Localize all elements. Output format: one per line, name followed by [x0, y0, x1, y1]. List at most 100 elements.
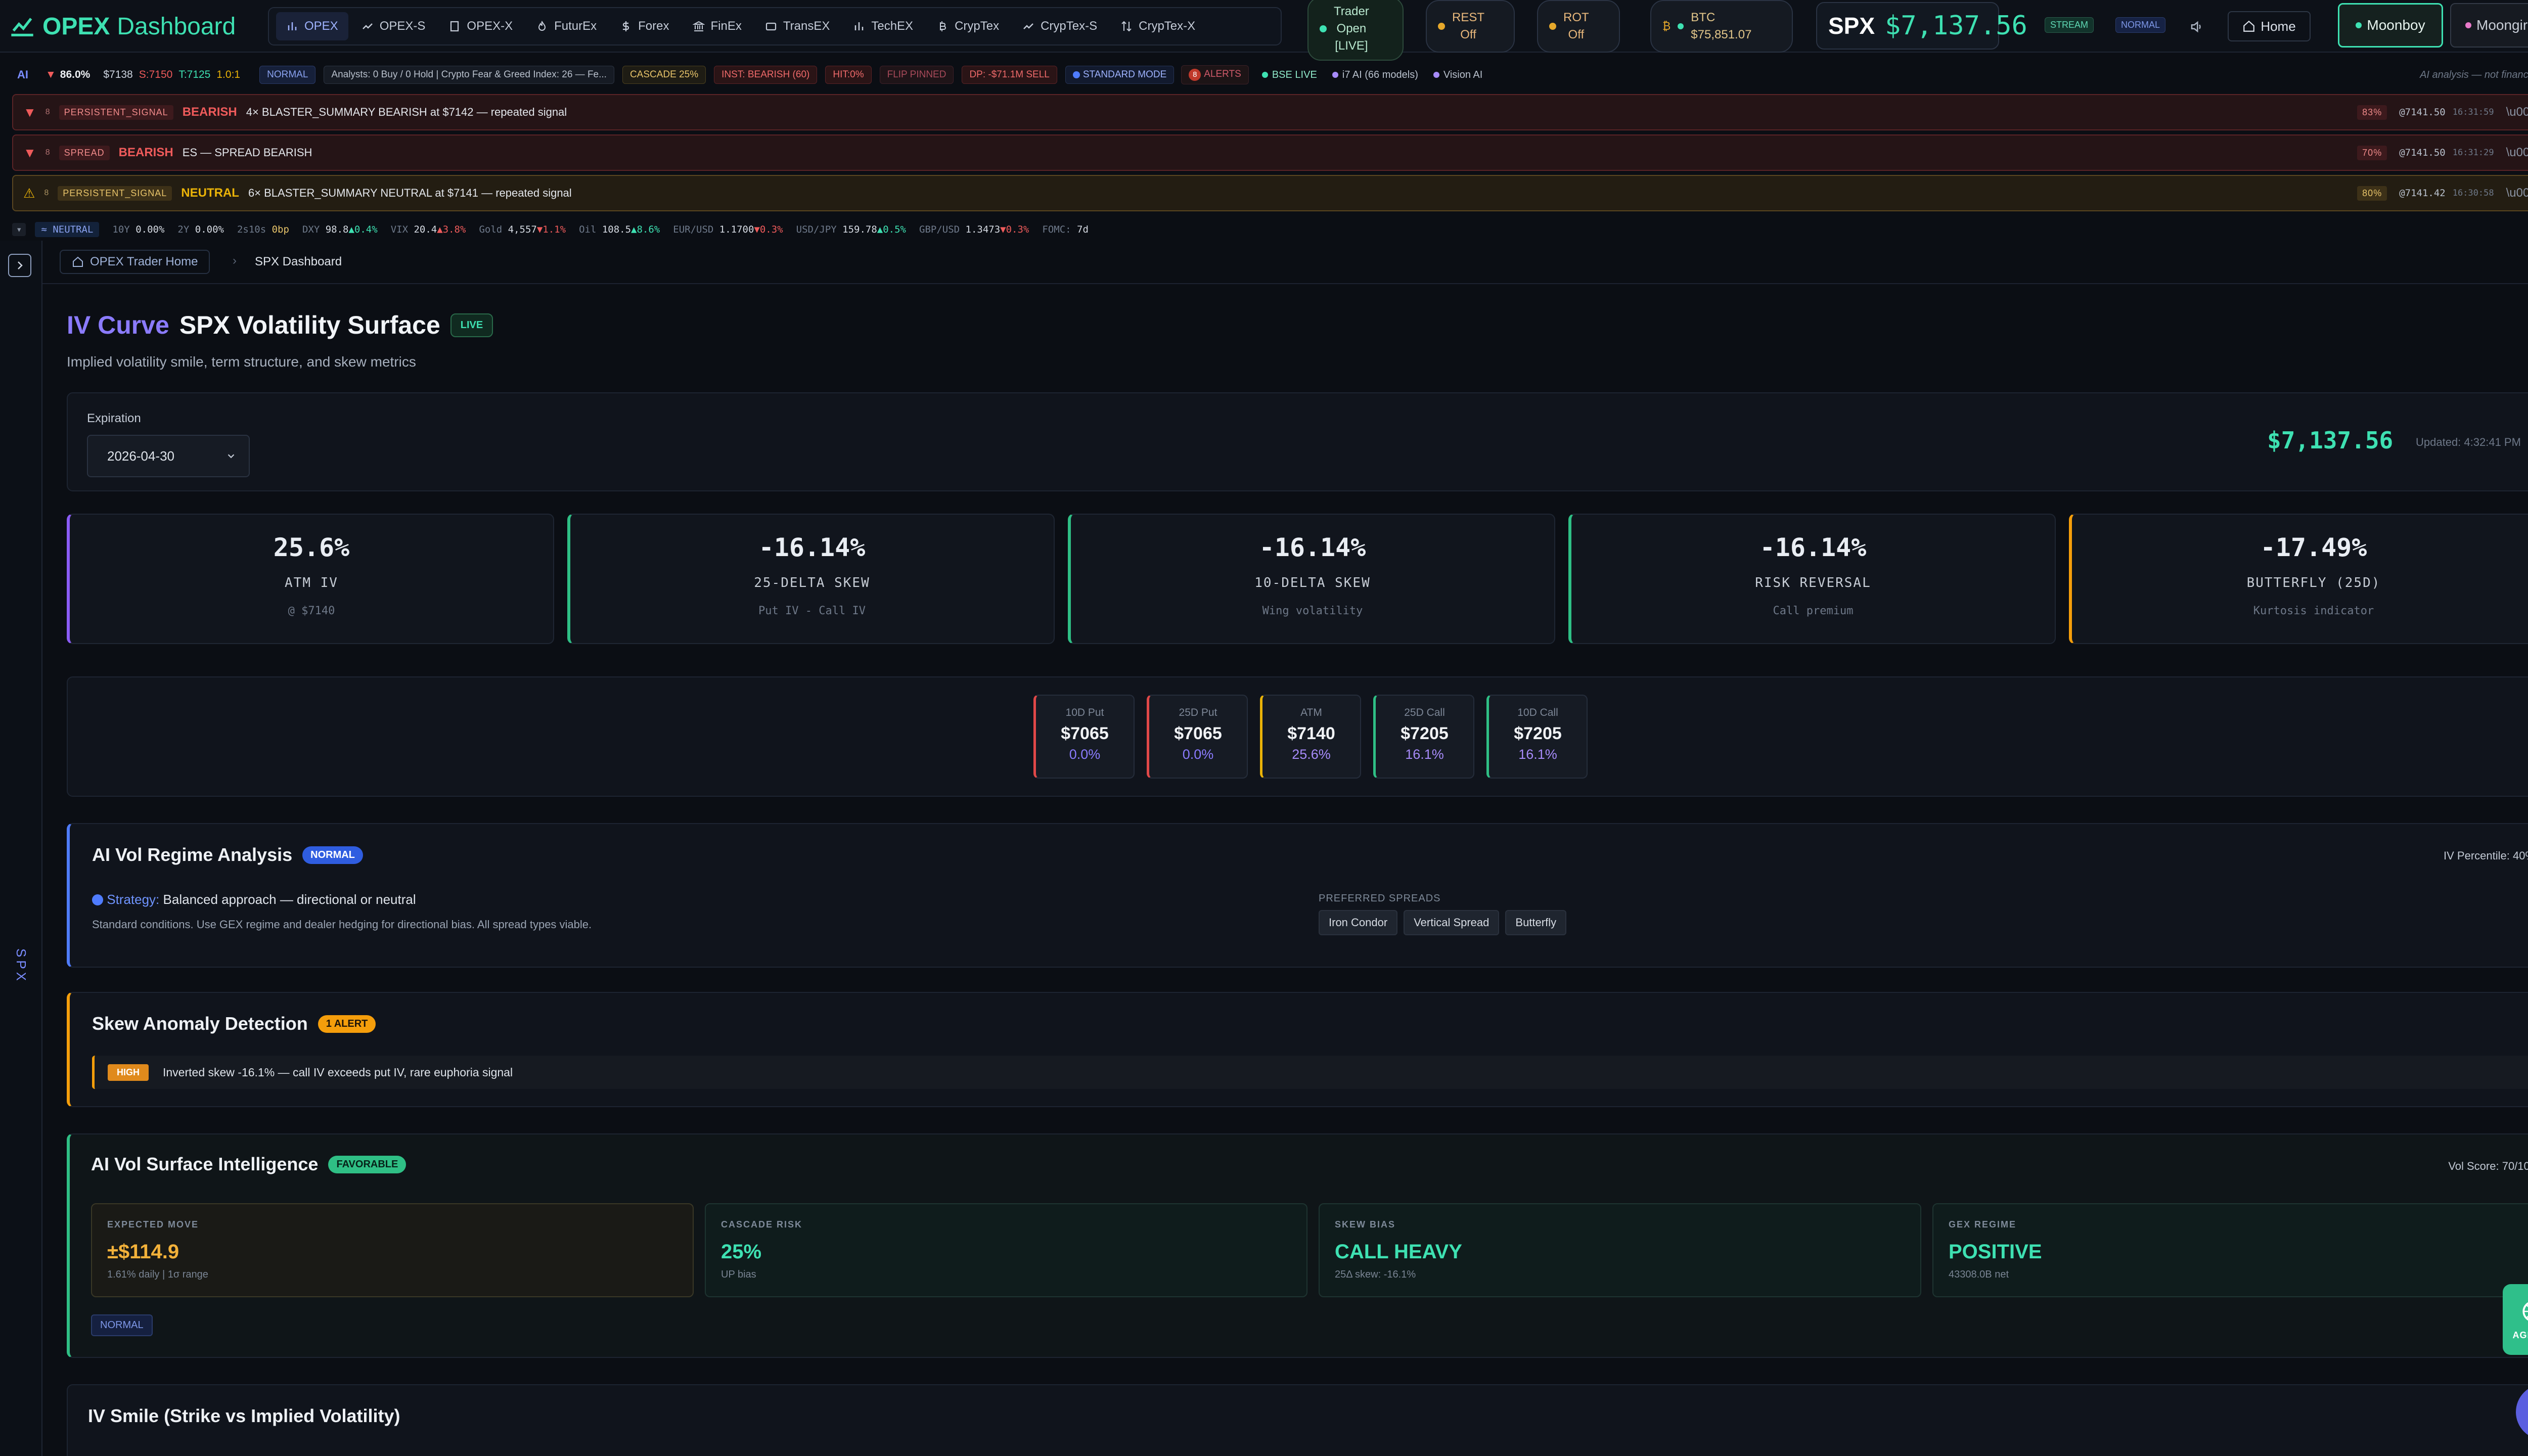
ticker-value: 1.1700	[719, 224, 754, 235]
status-dot	[2356, 22, 2362, 28]
signal-text: 4× BLASTER_SUMMARY BEARISH at $7142 — re…	[246, 106, 567, 118]
ticker-item: FOMC: 7d	[1042, 224, 1089, 235]
agents-button[interactable]: AGENTS	[2503, 1284, 2528, 1355]
intel-card-sub: 43308.0B net	[1949, 1269, 2009, 1280]
rot-status-pill[interactable]: ROT Off	[1537, 0, 1620, 53]
strategy-label: Strategy:	[107, 892, 160, 907]
intel-footer-badge: NORMAL	[91, 1314, 153, 1336]
strike-label: 10D Call	[1517, 707, 1558, 718]
moonboy-button[interactable]: Moonboy	[2338, 3, 2443, 48]
trader-status-pill[interactable]: Trader Open [LIVE]	[1307, 0, 1404, 61]
alerts-count: 8	[1189, 69, 1201, 81]
page-title-main: SPX Volatility Surface	[179, 311, 440, 339]
ticker-value: 0bp	[272, 224, 289, 235]
nav-cryptex-x[interactable]: CrypTex-X	[1110, 12, 1205, 40]
metric-label: ATM IV	[285, 575, 338, 590]
speaker-icon[interactable]	[2189, 19, 2204, 34]
ticker-item: GBP/USD 1.3473▼0.3%	[919, 224, 1029, 235]
ai-models: i7 AI (66 models)	[1342, 69, 1418, 80]
sidebar-toggle-button[interactable]	[8, 254, 31, 277]
moongirl-button[interactable]: Moongir	[2450, 3, 2528, 48]
nav-techex[interactable]: TechEX	[843, 12, 923, 40]
spread-chip[interactable]: Iron Condor	[1319, 910, 1398, 935]
nav-opex-x[interactable]: OPEX-X	[438, 12, 523, 40]
metric-card-10-delta-skew: -16.14% 10-DELTA SKEW Wing volatility	[1068, 514, 1555, 644]
standard-mode-chip[interactable]: STANDARD MODE	[1065, 66, 1175, 84]
nav-cryptex[interactable]: CrypTex	[926, 12, 1009, 40]
ticker-item: VIX 20.4▲3.8%	[391, 224, 466, 235]
chevron-right-icon	[18, 261, 23, 269]
sidebar-vertical-label[interactable]: SPX	[13, 948, 29, 984]
nav-transex[interactable]: TransEX	[755, 12, 840, 40]
signal-close-button[interactable]: \u00D7	[2506, 146, 2528, 160]
strike-card: ATM $7140 25.6%	[1260, 695, 1361, 779]
ticker-value: 1.3473	[965, 224, 1001, 235]
trader-line1: Trader	[1334, 5, 1369, 18]
status-dot	[2465, 22, 2471, 28]
signal-row[interactable]: ⚠ 8 PERSISTENT_SIGNAL NEUTRAL 6× BLASTER…	[12, 175, 2528, 211]
strike-iv: 16.1%	[1518, 747, 1557, 762]
bse-dot-icon	[1261, 72, 1268, 78]
intel-badge: FAVORABLE	[328, 1155, 407, 1173]
nav-opex[interactable]: OPEX	[276, 12, 348, 40]
trader-line3: [LIVE]	[1335, 39, 1368, 53]
nav-label: FuturEx	[554, 19, 597, 33]
analysts-chip[interactable]: Analysts: 0 Buy / 0 Hold | Crypto Fear &…	[324, 66, 614, 84]
signal-close-button[interactable]: \u00D7	[2506, 105, 2528, 119]
expiration-value: 2026-04-30	[107, 448, 174, 464]
signal-price: @7141.50	[2399, 147, 2446, 158]
btc-price-pill[interactable]: ₿ BTC $75,851.07	[1650, 0, 1793, 53]
intel-title: AI Vol Surface Intelligence	[91, 1154, 319, 1174]
intel-card-sub: 25Δ skew: -16.1%	[1335, 1269, 1416, 1280]
breadcrumb-home-link[interactable]: OPEX Trader Home	[60, 250, 210, 274]
strike-price: $7205	[1514, 724, 1562, 743]
rest-status-pill[interactable]: REST Off	[1426, 0, 1515, 53]
signal-type: BEARISH	[182, 105, 237, 119]
ticker-item: Oil 108.5▲8.6%	[579, 224, 660, 235]
nav-forex[interactable]: Forex	[610, 12, 679, 40]
alerts-chip[interactable]: 8 ALERTS	[1181, 65, 1249, 84]
ticker-change: ▼1.1%	[536, 224, 566, 235]
metric-label: BUTTERFLY (25D)	[2246, 575, 2381, 590]
signal-time: 16:30:58	[2452, 188, 2494, 198]
ticker-value: 0.00%	[195, 224, 224, 235]
standard-mode-label: STANDARD MODE	[1082, 69, 1167, 80]
btc-line1: BTC	[1691, 11, 1716, 24]
nav-cryptex-s[interactable]: CrypTex-S	[1012, 12, 1107, 40]
nav-label: CrypTex-S	[1041, 19, 1098, 33]
trend-up-icon	[1023, 23, 1033, 29]
brand[interactable]: OPEX Dashboard	[9, 9, 236, 43]
metric-value: -16.14%	[758, 533, 866, 562]
home-button[interactable]: Home	[2228, 11, 2311, 41]
nav-futurex[interactable]: FuturEx	[526, 12, 607, 40]
regime-description: Standard conditions. Use GEX regime and …	[92, 918, 592, 931]
nav-finex[interactable]: FinEx	[683, 12, 752, 40]
mode-dot-icon	[1072, 71, 1080, 78]
page-subtitle: Implied volatility smile, term structure…	[67, 354, 416, 370]
iv-smile-panel: IV Smile (Strike vs Implied Volatility)	[67, 1384, 2528, 1456]
signal-close-button[interactable]: \u00D7	[2506, 186, 2528, 200]
spot-price: $7,137.56	[2267, 427, 2394, 454]
spread-chip[interactable]: Butterfly	[1505, 910, 1567, 935]
signal-price: @7141.42	[2399, 188, 2446, 199]
intel-card-label: EXPECTED MOVE	[107, 1219, 199, 1230]
ticker-label: 10Y	[112, 224, 130, 235]
signal-row[interactable]: ▼ 8 PERSISTENT_SIGNAL BEARISH 4× BLASTER…	[12, 94, 2528, 130]
home-icon	[2243, 20, 2255, 32]
ai-ratio: 1.0:1	[216, 69, 241, 80]
signal-row[interactable]: ▼ 8 SPREAD BEARISH ES — SPREAD BEARISH 7…	[12, 134, 2528, 171]
signal-sub: 8	[45, 108, 50, 116]
collapse-icon[interactable]: ▾	[12, 223, 26, 236]
strike-iv: 16.1%	[1405, 747, 1444, 762]
iv-percentile: IV Percentile: 40%	[2444, 849, 2528, 862]
spread-chip[interactable]: Vertical Spread	[1404, 910, 1500, 935]
ticker-value: 0.00%	[136, 224, 165, 235]
strike-label: 25D Put	[1179, 707, 1217, 718]
expiration-select[interactable]: 2026-04-30	[87, 435, 250, 477]
regime-badge: NORMAL	[302, 846, 363, 864]
strike-iv: 0.0%	[1182, 747, 1214, 762]
macro-ticker: ▾ ≈ NEUTRAL 10Y 0.00% 2Y 0.00% 2s10s 0bp…	[0, 218, 2528, 241]
nav-opex-s[interactable]: OPEX-S	[351, 12, 436, 40]
warning-icon: ⚠	[23, 185, 35, 201]
left-sidebar: SPX	[0, 241, 42, 1456]
